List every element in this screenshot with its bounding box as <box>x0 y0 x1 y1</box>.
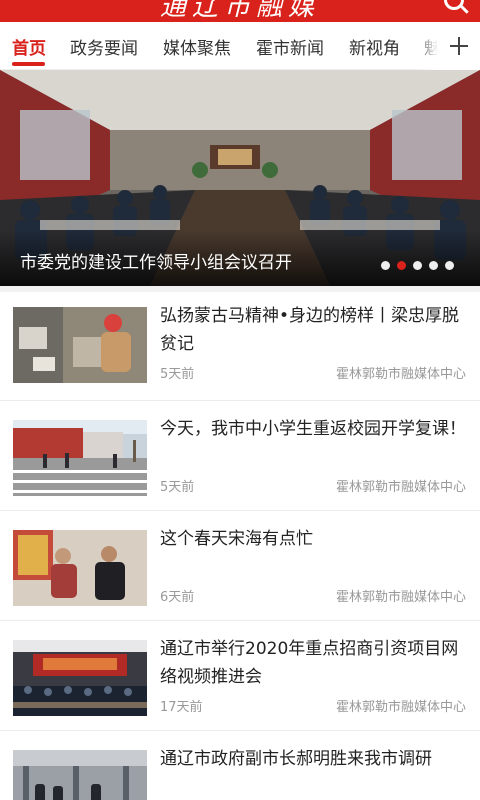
tab-media-focus[interactable]: 媒体聚焦 <box>163 34 231 59</box>
news-source: 霍林郭勒市融媒体中心 <box>335 480 466 495</box>
news-source: 霍林郭勒市融媒体中心 <box>335 367 466 382</box>
news-source: 霍林郭勒市融媒体中心 <box>335 700 466 715</box>
news-item[interactable]: 今天，我市中小学生重返校园开学复课！ 5天前 霍林郭勒市融媒体中心 <box>0 400 480 510</box>
news-thumbnail <box>13 307 147 383</box>
news-title[interactable]: 今天，我市中小学生重返校园开学复课！ <box>160 415 468 443</box>
news-time: 5天前 <box>160 367 195 382</box>
carousel-dot-active[interactable] <box>397 261 406 270</box>
news-title[interactable]: 弘扬蒙古马精神•身边的榜样丨梁忠厚脱贫记 <box>160 302 468 358</box>
banner-caption[interactable]: 市委党的建设工作领导小组会议召开 <box>20 248 292 273</box>
news-item[interactable]: 弘扬蒙古马精神•身边的榜样丨梁忠厚脱贫记 5天前 霍林郭勒市融媒体中心 <box>0 286 480 400</box>
news-item[interactable]: 这个春天宋海有点忙 6天前 霍林郭勒市融媒体中心 <box>0 510 480 620</box>
tab-home[interactable]: 首页 <box>12 34 46 59</box>
news-item[interactable]: 通辽市政府副市长郝明胜来我市调研 <box>0 730 480 800</box>
news-thumbnail <box>13 420 147 496</box>
carousel-dots <box>374 261 454 270</box>
tab-government-news[interactable]: 政务要闻 <box>70 34 138 59</box>
add-channel-button[interactable] <box>438 22 480 70</box>
active-tab-indicator <box>12 62 45 66</box>
carousel-dot[interactable] <box>429 261 438 270</box>
news-thumbnail <box>13 640 147 716</box>
news-title[interactable]: 这个春天宋海有点忙 <box>160 525 468 553</box>
channel-tabs: 首页 政务要闻 媒体聚焦 霍市新闻 新视角 魅 <box>0 22 480 70</box>
news-time: 5天前 <box>160 480 195 495</box>
app-header: 通辽市融媒 <box>0 0 480 22</box>
tab-new-perspective[interactable]: 新视角 <box>349 34 400 59</box>
plus-icon <box>450 37 468 55</box>
tab-strip: 首页 政务要闻 媒体聚焦 霍市新闻 新视角 魅 <box>0 22 438 70</box>
news-list: 弘扬蒙古马精神•身边的榜样丨梁忠厚脱贫记 5天前 霍林郭勒市融媒体中心 今天，我… <box>0 286 480 800</box>
news-thumbnail <box>13 750 147 800</box>
tab-city-news[interactable]: 霍市新闻 <box>256 34 324 59</box>
news-item[interactable]: 通辽市举行2020年重点招商引资项目网络视频推进会 17天前 霍林郭勒市融媒体中… <box>0 620 480 730</box>
carousel-dot[interactable] <box>445 261 454 270</box>
banner-carousel[interactable]: 市委党的建设工作领导小组会议召开 <box>0 70 480 286</box>
news-thumbnail <box>13 530 147 606</box>
news-title[interactable]: 通辽市政府副市长郝明胜来我市调研 <box>160 745 468 773</box>
news-title[interactable]: 通辽市举行2020年重点招商引资项目网络视频推进会 <box>160 635 468 691</box>
news-time: 17天前 <box>160 700 203 715</box>
tab-fade <box>414 22 438 70</box>
news-time: 6天前 <box>160 590 195 605</box>
news-source: 霍林郭勒市融媒体中心 <box>335 590 466 605</box>
carousel-dot[interactable] <box>413 261 422 270</box>
app-logo: 通辽市融媒 <box>159 0 320 22</box>
carousel-dot[interactable] <box>381 261 390 270</box>
